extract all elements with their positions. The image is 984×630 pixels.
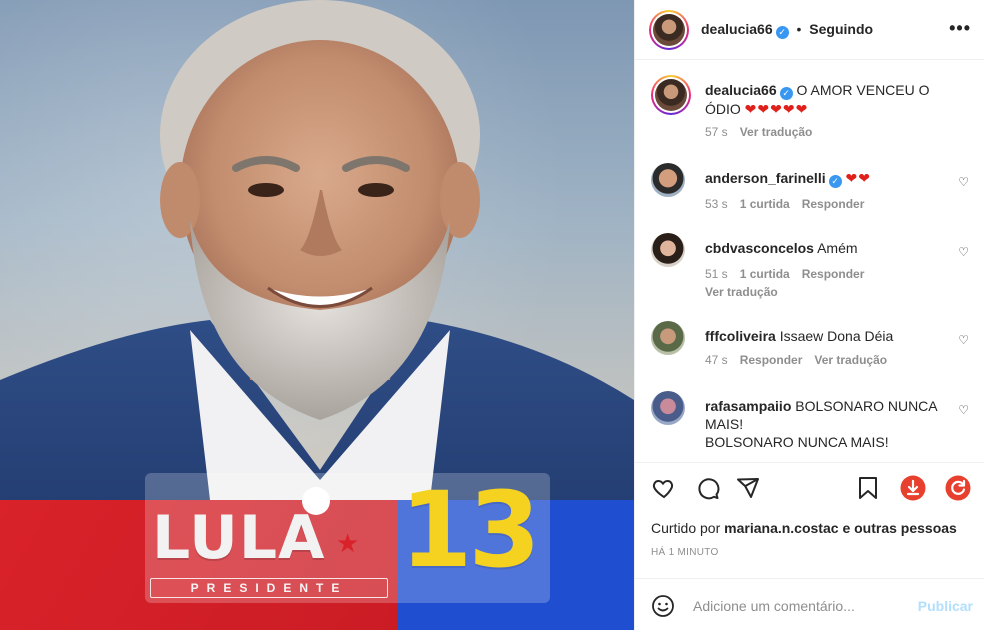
- translate-link[interactable]: Ver tradução: [740, 125, 813, 139]
- download-icon[interactable]: [900, 475, 926, 501]
- verified-icon: ✓: [779, 87, 793, 100]
- post-details-panel: dealucia66 ✓ • Seguindo ••• dealucia66 ✓ O…: [634, 0, 984, 630]
- comment-likes[interactable]: 1 curtida: [740, 267, 790, 281]
- verified-icon: ✓: [828, 175, 842, 188]
- hearts-emoji: ❤❤❤❤❤: [744, 101, 809, 117]
- comment-body-line2: BOLSONARO NUNCA MAIS!: [705, 434, 889, 450]
- comment-body: Amém: [817, 240, 858, 256]
- reply-button[interactable]: Responder: [802, 267, 865, 281]
- comments-list[interactable]: dealucia66 ✓ O AMOR VENCEU O ÓDIO ❤❤❤❤❤ 5…: [635, 61, 984, 461]
- campaign-name: LULA: [152, 503, 326, 573]
- commenter-avatar[interactable]: [651, 391, 685, 425]
- liked-user-link[interactable]: mariana.n.costac: [724, 520, 838, 536]
- campaign-number: 13: [400, 469, 541, 591]
- caption-username[interactable]: dealucia66: [705, 82, 777, 98]
- comment-icon[interactable]: [695, 475, 721, 501]
- reply-button[interactable]: Responder: [740, 353, 803, 367]
- author-avatar[interactable]: [649, 10, 689, 50]
- star-icon: ★: [336, 528, 360, 558]
- post-header: dealucia66 ✓ • Seguindo •••: [635, 0, 984, 60]
- campaign-subtitle: PRESIDENTE: [150, 578, 388, 598]
- comment-like-heart-icon[interactable]: ♡: [958, 403, 969, 417]
- header-user: dealucia66 ✓ • Seguindo: [701, 21, 873, 39]
- comment-meta: 51 s 1 curtida Responder: [705, 267, 876, 281]
- comment-text: fffcoliveira Issaew Dona Déia: [705, 327, 955, 345]
- verified-icon: ✓: [775, 26, 789, 39]
- comment-body: Issaew Dona Déia: [779, 328, 894, 344]
- commenter-avatar[interactable]: [651, 321, 685, 355]
- send-icon[interactable]: [735, 475, 761, 501]
- comment-translate: Ver tradução: [705, 285, 790, 299]
- comment-like-heart-icon[interactable]: ♡: [958, 175, 969, 189]
- caption-avatar[interactable]: [651, 75, 691, 115]
- comment-time: 51 s: [705, 267, 728, 281]
- caption-meta: 57 s Ver tradução: [705, 125, 824, 139]
- comment-text: cbdvasconcelos Amém: [705, 239, 955, 257]
- liked-by-text: Curtido por mariana.n.costac e outras pe…: [651, 520, 957, 536]
- translate-link[interactable]: Ver tradução: [814, 353, 887, 367]
- comment-username[interactable]: rafasampaiio: [705, 398, 791, 414]
- hearts-emoji: ❤❤: [845, 170, 871, 186]
- liked-suffix[interactable]: e outras pessoas: [842, 520, 956, 536]
- separator: •: [796, 21, 802, 37]
- comment-input[interactable]: [693, 595, 903, 617]
- more-options-icon[interactable]: •••: [949, 18, 971, 39]
- comment-like-heart-icon[interactable]: ♡: [958, 245, 969, 259]
- author-username[interactable]: dealucia66: [701, 21, 773, 37]
- comment-time: 47 s: [705, 353, 728, 367]
- comment-time: 53 s: [705, 197, 728, 211]
- liked-prefix: Curtido por: [651, 520, 721, 536]
- comment-like-heart-icon[interactable]: ♡: [958, 333, 969, 347]
- commenter-avatar[interactable]: [651, 163, 685, 197]
- smiley-icon[interactable]: [651, 594, 675, 621]
- bookmark-icon[interactable]: [855, 475, 881, 501]
- commenter-avatar[interactable]: [651, 233, 685, 267]
- refresh-icon[interactable]: [945, 475, 971, 501]
- comment-username[interactable]: cbdvasconcelos: [705, 240, 814, 256]
- badge-dot: [302, 487, 330, 515]
- caption-time: 57 s: [705, 125, 728, 139]
- add-comment-bar: Publicar: [635, 578, 984, 630]
- comment-text: rafasampaiio BOLSONARO NUNCA MAIS! BOLSO…: [705, 397, 975, 451]
- comment-text: anderson_farinelli ✓ ❤❤: [705, 169, 955, 188]
- heart-icon[interactable]: [651, 475, 677, 501]
- translate-link[interactable]: Ver tradução: [705, 285, 778, 299]
- comment-meta: 53 s 1 curtida Responder: [705, 197, 876, 211]
- comment-username[interactable]: fffcoliveira: [705, 328, 776, 344]
- post-timestamp[interactable]: HÁ 1 MINUTO: [651, 547, 719, 558]
- publish-button[interactable]: Publicar: [918, 598, 973, 614]
- reply-button[interactable]: Responder: [802, 197, 865, 211]
- post-image[interactable]: LULA ★ PRESIDENTE 13: [0, 0, 634, 630]
- action-bar: Curtido por mariana.n.costac e outras pe…: [635, 462, 984, 572]
- caption-text: dealucia66 ✓ O AMOR VENCEU O ÓDIO ❤❤❤❤❤: [705, 81, 955, 118]
- follow-status-button[interactable]: Seguindo: [809, 21, 873, 37]
- comment-meta: 47 s Responder Ver tradução: [705, 353, 899, 367]
- comment-username[interactable]: anderson_farinelli: [705, 170, 826, 186]
- comment-likes[interactable]: 1 curtida: [740, 197, 790, 211]
